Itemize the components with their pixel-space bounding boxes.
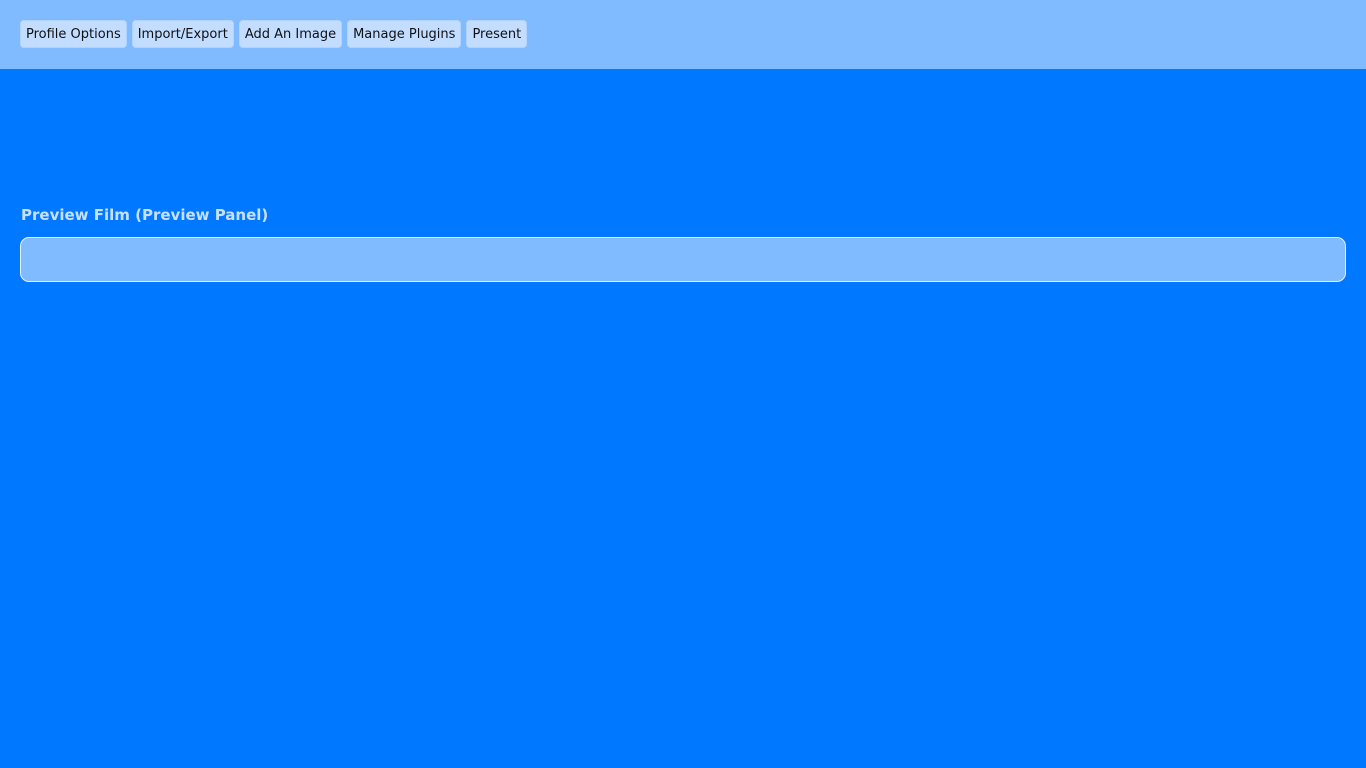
present-button[interactable]: Present [466, 20, 528, 48]
preview-film-panel[interactable] [20, 237, 1346, 282]
profile-options-button[interactable]: Profile Options [20, 20, 127, 48]
toolbar-button-group: Profile Options Import/Export Add An Ima… [20, 20, 528, 48]
top-toolbar: Profile Options Import/Export Add An Ima… [0, 0, 1366, 69]
import-export-button[interactable]: Import/Export [131, 20, 234, 48]
preview-panel-title: Preview Film (Preview Panel) [21, 206, 269, 224]
manage-plugins-button[interactable]: Manage Plugins [347, 20, 462, 48]
add-an-image-button[interactable]: Add An Image [238, 20, 343, 48]
